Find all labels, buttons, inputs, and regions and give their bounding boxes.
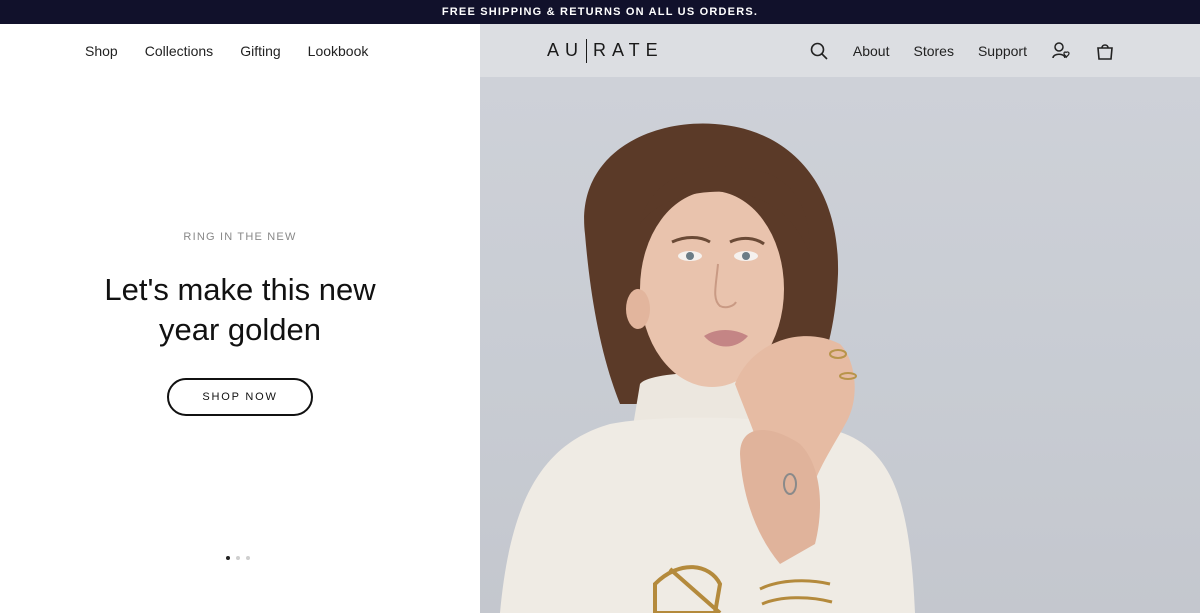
carousel-dot-2[interactable] — [236, 556, 240, 560]
announcement-text: FREE SHIPPING & RETURNS ON ALL US ORDERS… — [441, 6, 759, 18]
nav-link-collections[interactable]: Collections — [145, 43, 213, 59]
nav-link-lookbook[interactable]: Lookbook — [308, 43, 369, 59]
nav-link-gifting[interactable]: Gifting — [240, 43, 280, 59]
secondary-nav: About Stores Support — [809, 24, 1115, 77]
hero-headline: Let's make this new year golden — [60, 270, 420, 350]
logo-right: RATE — [593, 40, 664, 60]
shop-now-button[interactable]: SHOP NOW — [167, 378, 313, 416]
search-icon[interactable] — [809, 41, 829, 61]
shopping-bag-icon[interactable] — [1095, 41, 1115, 61]
primary-nav: Shop Collections Gifting Lookbook — [85, 24, 368, 77]
nav-link-stores[interactable]: Stores — [913, 43, 953, 59]
logo-left: AU — [547, 40, 585, 60]
headline-line-2: year golden — [158, 312, 321, 347]
model-sweater — [500, 417, 915, 613]
account-heart-icon[interactable] — [1051, 41, 1071, 61]
nav-link-support[interactable]: Support — [978, 43, 1027, 59]
carousel-dot-1[interactable] — [226, 556, 230, 560]
hero-eyebrow: RING IN THE NEW — [183, 231, 297, 243]
carousel-dots — [226, 556, 250, 560]
logo-divider — [586, 38, 588, 63]
nav-link-shop[interactable]: Shop — [85, 43, 118, 59]
carousel-dot-3[interactable] — [246, 556, 250, 560]
announcement-bar: FREE SHIPPING & RETURNS ON ALL US ORDERS… — [0, 0, 1200, 24]
model-illustration — [500, 123, 915, 613]
headline-line-1: Let's make this new — [104, 272, 376, 307]
hero-image — [480, 24, 1200, 613]
nav-link-about[interactable]: About — [853, 43, 890, 59]
brand-logo[interactable]: AU RATE — [547, 24, 664, 77]
